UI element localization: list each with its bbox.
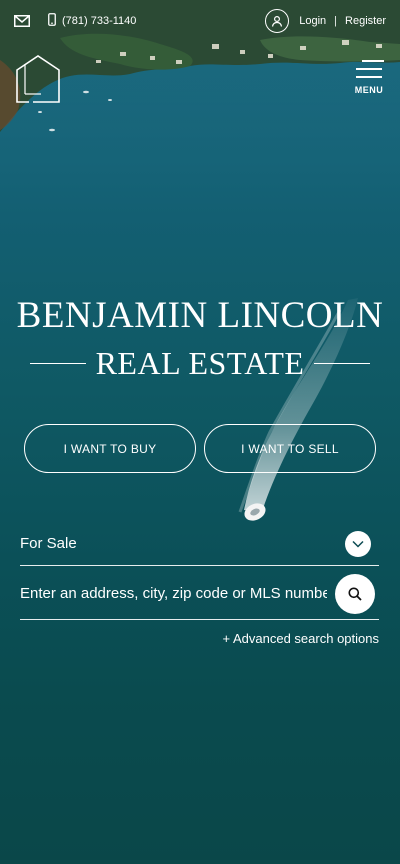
search-button[interactable]	[335, 573, 375, 614]
brand-subtitle: REAL ESTATE	[0, 345, 400, 382]
divider	[314, 363, 371, 364]
brand-subtitle-text: REAL ESTATE	[95, 345, 305, 381]
advanced-search-link[interactable]: + Advanced search options	[223, 631, 379, 646]
brand-name: BENJAMIN LINCOLN	[16, 295, 384, 336]
register-link[interactable]: Register	[345, 15, 386, 27]
want-to-sell-button[interactable]: I WANT TO SELL	[204, 424, 376, 473]
search-input[interactable]	[20, 585, 335, 602]
divider	[29, 363, 86, 364]
listing-type-value: For Sale	[20, 535, 77, 552]
user-icon[interactable]	[265, 9, 290, 33]
hamburger-icon	[362, 60, 384, 62]
menu-button[interactable]: MENU	[354, 60, 384, 95]
account-links: Login | Register	[265, 9, 386, 33]
want-to-buy-button[interactable]: I WANT TO BUY	[24, 424, 196, 473]
phone-link[interactable]: (781) 733-1140	[48, 13, 136, 29]
mail-icon[interactable]	[14, 15, 30, 27]
search-bar	[20, 568, 379, 620]
menu-label: MENU	[354, 85, 384, 95]
house-logo-icon[interactable]	[15, 54, 61, 104]
home-screen: (781) 733-1140 Login | Register MENU BEN…	[0, 0, 400, 864]
login-link[interactable]: Login	[299, 15, 326, 27]
mobile-phone-icon	[48, 13, 56, 29]
link-separator: |	[334, 15, 338, 27]
search-icon	[348, 587, 362, 601]
chevron-down-icon[interactable]	[345, 530, 371, 557]
listing-type-select[interactable]: For Sale	[20, 522, 379, 566]
top-bar: (781) 733-1140 Login | Register	[0, 0, 400, 42]
phone-number: (781) 733-1140	[62, 15, 137, 27]
